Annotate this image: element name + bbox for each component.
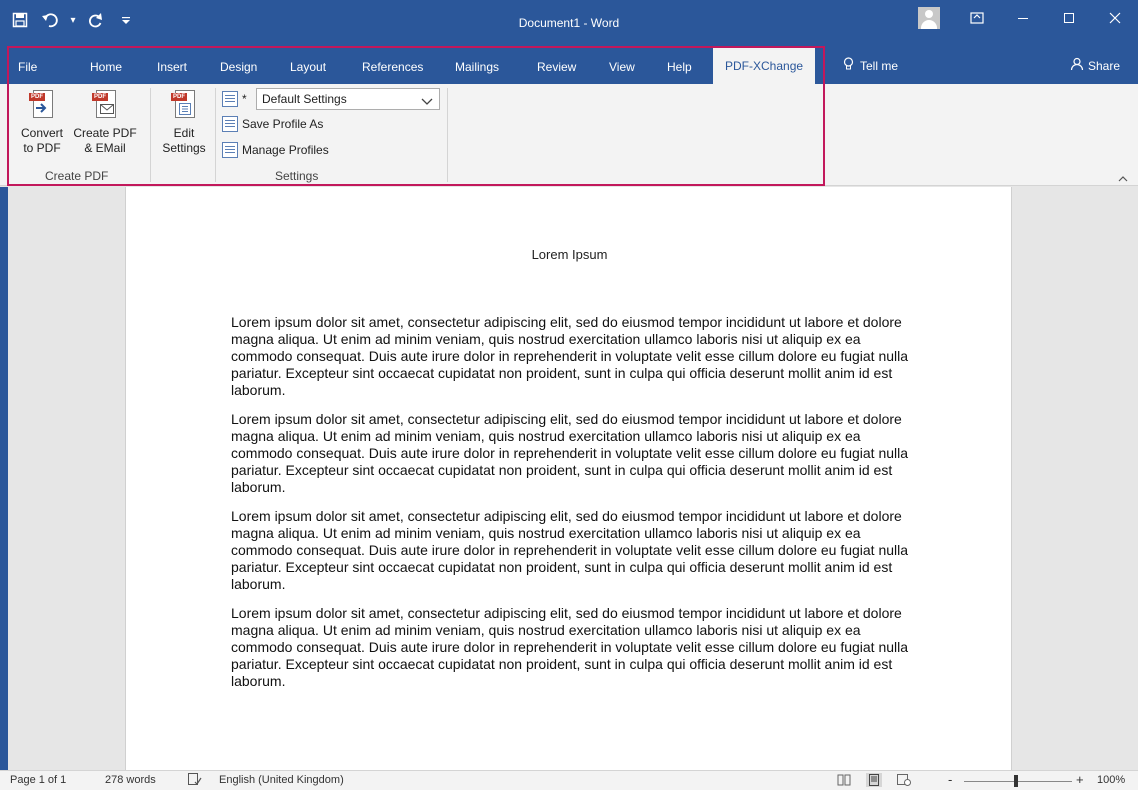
chevron-down-icon <box>421 93 433 113</box>
save-profile-as-label: Save Profile As <box>242 117 324 131</box>
convert-to-pdf-button[interactable]: PDF Convert to PDF <box>14 90 70 156</box>
pdf-convert-icon: PDF <box>29 90 55 120</box>
zoom-out-button[interactable]: - <box>948 772 952 787</box>
proofing-icon[interactable] <box>188 773 202 789</box>
ribbon-tabs: File Home Insert Design Layout Reference… <box>0 46 1138 84</box>
convert-label-2: to PDF <box>23 141 61 155</box>
window-controls <box>918 0 1138 36</box>
profile-select-icon-wrap: * <box>222 91 247 107</box>
undo-icon[interactable] <box>38 8 62 32</box>
pdf-email-icon: PDF <box>92 90 118 120</box>
tab-insert[interactable]: Insert <box>157 57 187 77</box>
tab-mailings[interactable]: Mailings <box>455 57 499 77</box>
account-avatar[interactable] <box>918 7 940 29</box>
tell-me-box[interactable]: Tell me <box>843 57 898 74</box>
tab-design[interactable]: Design <box>220 57 257 77</box>
paragraph: Lorem ipsum dolor sit amet, consectetur … <box>231 508 909 592</box>
zoom-in-button[interactable]: + <box>1076 772 1084 787</box>
group-label-create-pdf: Create PDF <box>45 169 109 183</box>
manage-profiles-icon <box>222 142 238 158</box>
zoom-level[interactable]: 100% <box>1097 774 1125 786</box>
profile-select[interactable]: Default Settings <box>256 88 440 110</box>
convert-label-1: Convert <box>20 126 64 140</box>
title-bar: ▾ Document1 - Word <box>0 0 1138 46</box>
tab-home[interactable]: Home <box>90 57 122 77</box>
zoom-slider[interactable] <box>964 781 1072 782</box>
person-icon <box>1070 57 1084 74</box>
page-count[interactable]: Page 1 of 1 <box>10 774 66 786</box>
group-separator <box>447 88 448 182</box>
tell-me-label: Tell me <box>860 58 899 73</box>
edit-settings-label-2: Settings <box>162 141 206 155</box>
paragraph: Lorem ipsum dolor sit amet, consectetur … <box>231 605 909 689</box>
save-profile-icon <box>222 116 238 132</box>
tab-references[interactable]: References <box>362 57 423 77</box>
tab-file[interactable]: File <box>18 57 37 77</box>
document-area: Lorem Ipsum Lorem ipsum dolor sit amet, … <box>0 187 1138 770</box>
save-icon[interactable] <box>8 8 32 32</box>
edit-settings-button[interactable]: PDF Edit Settings <box>160 90 208 156</box>
minimize-icon[interactable] <box>1000 0 1046 36</box>
create-pdf-label-1: Create PDF <box>73 126 137 140</box>
tab-help[interactable]: Help <box>667 57 692 77</box>
status-bar: Page 1 of 1 278 words English (United Ki… <box>0 770 1138 790</box>
tab-pdf-xchange[interactable]: PDF-XChange <box>713 48 816 84</box>
window-title: Document1 - Word <box>518 16 620 30</box>
lightbulb-icon <box>843 57 854 74</box>
manage-profiles-button[interactable]: Manage Profiles <box>222 142 329 158</box>
maximize-icon[interactable] <box>1046 0 1092 36</box>
group-separator <box>150 88 151 182</box>
tab-view[interactable]: View <box>609 57 635 77</box>
profile-modified-marker: * <box>242 92 247 106</box>
undo-dropdown-icon[interactable]: ▾ <box>68 8 78 32</box>
web-layout-icon[interactable] <box>896 773 912 787</box>
paragraph: Lorem ipsum dolor sit amet, consectetur … <box>231 411 909 495</box>
manage-profiles-label: Manage Profiles <box>242 143 329 157</box>
ribbon-display-options-icon[interactable] <box>954 0 1000 36</box>
tab-review[interactable]: Review <box>537 57 576 77</box>
profile-list-icon <box>222 91 238 107</box>
share-button[interactable]: Share <box>1070 57 1120 74</box>
save-profile-as-button[interactable]: Save Profile As <box>222 116 323 132</box>
close-icon[interactable] <box>1092 0 1138 36</box>
read-mode-icon[interactable] <box>836 773 852 787</box>
paragraph: Lorem ipsum dolor sit amet, consectetur … <box>231 314 909 398</box>
document-page[interactable]: Lorem Ipsum Lorem ipsum dolor sit amet, … <box>125 187 1012 770</box>
tab-layout[interactable]: Layout <box>290 57 326 77</box>
quick-access-toolbar: ▾ <box>8 8 138 32</box>
document-body: Lorem ipsum dolor sit amet, consectetur … <box>231 314 911 702</box>
redo-icon[interactable] <box>84 8 108 32</box>
word-count[interactable]: 278 words <box>105 774 156 786</box>
group-label-settings: Settings <box>275 169 319 183</box>
profile-select-value: Default Settings <box>262 92 347 106</box>
zoom-slider-thumb[interactable] <box>1014 775 1018 787</box>
collapse-ribbon-icon[interactable] <box>1118 172 1128 186</box>
language[interactable]: English (United Kingdom) <box>219 774 344 786</box>
edit-settings-label-1: Edit <box>173 126 195 140</box>
left-edge <box>0 187 8 770</box>
customize-qat-icon[interactable] <box>114 8 138 32</box>
document-heading: Lorem Ipsum <box>531 247 608 262</box>
group-separator <box>215 88 216 182</box>
create-pdf-email-button[interactable]: PDF Create PDF & EMail <box>70 90 140 156</box>
print-layout-icon[interactable] <box>866 773 882 787</box>
pdf-settings-icon: PDF <box>171 90 197 120</box>
create-pdf-label-2: & EMail <box>84 141 126 155</box>
share-label: Share <box>1087 58 1120 73</box>
